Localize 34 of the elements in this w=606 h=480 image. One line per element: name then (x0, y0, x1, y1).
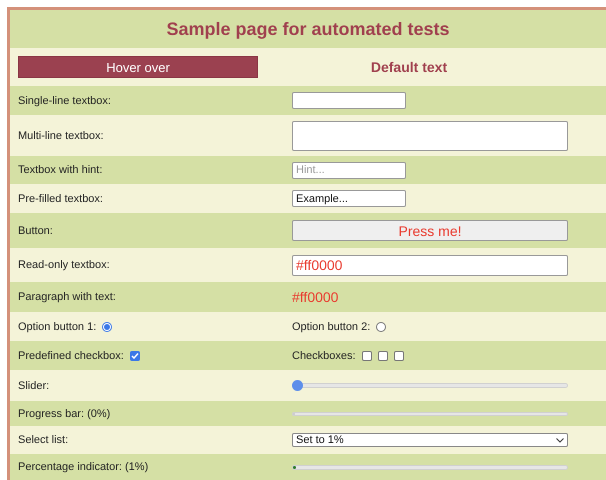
select-list[interactable]: Set to 1% (292, 433, 568, 447)
readonly-input[interactable]: #ff0000 (292, 254, 568, 276)
option-label: Option button 1: (18, 320, 96, 332)
press-button[interactable]: Press me! (292, 220, 568, 241)
option-label: Option button 2: (292, 320, 370, 332)
hover-button[interactable]: Hover over (18, 56, 258, 78)
field-label: Read-only textbox: (18, 259, 111, 271)
checkbox-label: Predefined checkbox: (18, 350, 124, 362)
text-input[interactable]: Hint... (292, 162, 406, 178)
field-label: Pre-filled textbox: (18, 192, 104, 204)
radio-button[interactable] (102, 322, 112, 332)
field-label: Slider: (18, 380, 50, 392)
field-label: Textbox with hint: (18, 164, 104, 176)
checkbox[interactable] (362, 350, 372, 360)
paragraph-text: #ff0000 (292, 289, 338, 305)
chevron-down-icon (556, 438, 564, 442)
field-label: Percentage indicator: (1%) (18, 461, 150, 473)
slider-thumb[interactable] (292, 380, 303, 391)
textarea-input[interactable] (292, 120, 568, 150)
default-text: Default text (370, 59, 448, 75)
field-label: Select list: (18, 434, 70, 446)
page-title: Sample page for automated tests (166, 18, 450, 40)
field-label: Paragraph with text: (18, 291, 117, 303)
field-label: Single-line textbox: (18, 94, 112, 106)
field-label: Progress bar: (0%) (18, 408, 112, 420)
field-label: Multi-line textbox: (18, 130, 105, 142)
checkbox[interactable] (378, 350, 388, 360)
field-label: Button: (18, 224, 54, 236)
checkbox-label: Checkboxes: (292, 350, 356, 362)
text-input[interactable]: Example... (292, 190, 406, 207)
checkbox[interactable] (130, 350, 140, 360)
checkbox[interactable] (394, 350, 404, 360)
text-input[interactable] (292, 92, 406, 109)
radio-button[interactable] (376, 322, 386, 332)
